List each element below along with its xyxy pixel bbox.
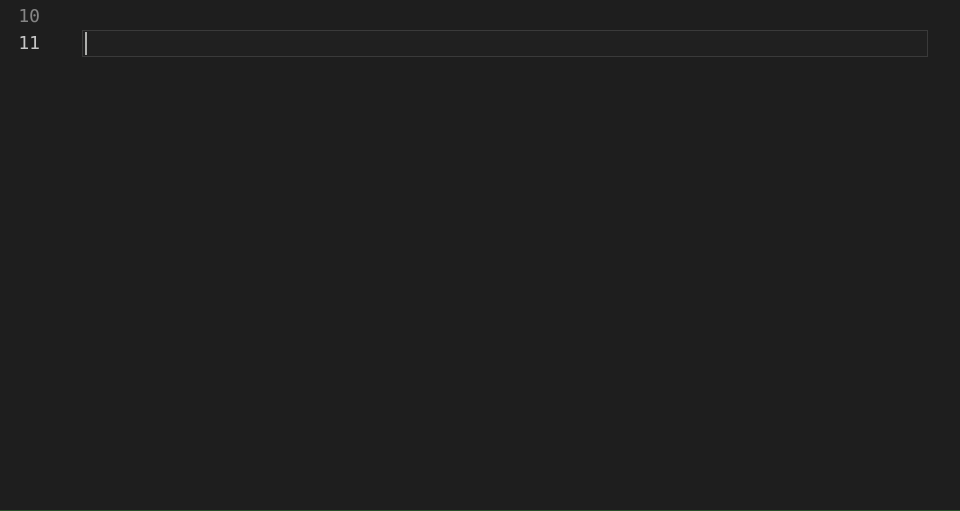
code-area[interactable]: [58, 0, 960, 511]
code-line[interactable]: [58, 30, 960, 57]
line-number-gutter: 10 11: [0, 0, 58, 511]
line-number: 11: [0, 30, 58, 57]
code-editor[interactable]: 10 11: [0, 0, 960, 511]
text-cursor: [85, 32, 87, 55]
line-number: 10: [0, 3, 58, 30]
code-line[interactable]: [58, 3, 960, 30]
